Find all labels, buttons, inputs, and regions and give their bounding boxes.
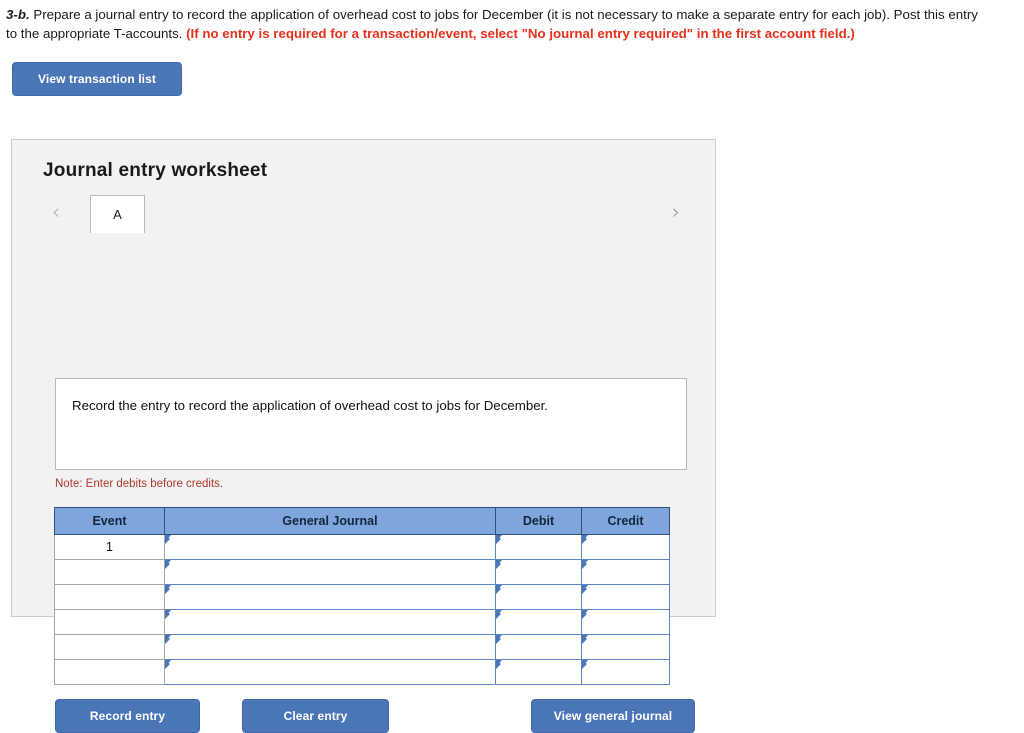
credit-input[interactable] — [581, 634, 670, 660]
debit-input[interactable] — [495, 659, 582, 685]
credit-input[interactable] — [581, 534, 670, 560]
debit-input[interactable] — [495, 634, 582, 660]
event-cell — [54, 559, 165, 585]
debits-before-credits-note: Note: Enter debits before credits. — [55, 478, 224, 490]
question-red-note: (If no entry is required for a transacti… — [186, 25, 855, 41]
event-cell — [54, 634, 165, 660]
credit-input[interactable] — [581, 584, 670, 610]
event-cell: 1 — [54, 534, 165, 560]
credit-input[interactable] — [581, 659, 670, 685]
table-row — [54, 584, 670, 610]
table-row: 1 — [54, 534, 670, 560]
table-row — [54, 659, 670, 685]
worksheet-actions: Record entry Clear entry View general jo… — [12, 699, 717, 733]
event-cell — [54, 584, 165, 610]
column-header-debit: Debit — [495, 507, 582, 535]
debit-input[interactable] — [495, 584, 582, 610]
table-row — [54, 609, 670, 635]
general-journal-input[interactable] — [164, 534, 496, 560]
general-journal-input[interactable] — [164, 584, 496, 610]
debit-input[interactable] — [495, 609, 582, 635]
tab-strip: ‹ A › — [12, 194, 715, 233]
column-header-event: Event — [54, 507, 165, 535]
general-journal-input[interactable] — [164, 609, 496, 635]
column-header-credit: Credit — [581, 507, 670, 535]
debit-input[interactable] — [495, 534, 582, 560]
record-entry-button[interactable]: Record entry — [55, 699, 200, 733]
general-journal-input[interactable] — [164, 659, 496, 685]
event-cell — [54, 609, 165, 635]
general-journal-input[interactable] — [164, 559, 496, 585]
debit-input[interactable] — [495, 559, 582, 585]
next-tab-chevron-icon[interactable]: › — [666, 202, 686, 224]
general-journal-input[interactable] — [164, 634, 496, 660]
journal-entry-worksheet-panel: Journal entry worksheet ‹ A › Record the… — [11, 139, 716, 733]
toolbar: View transaction list — [0, 44, 1024, 96]
question-prompt: 3-b. Prepare a journal entry to record t… — [0, 0, 1024, 44]
tab-a[interactable]: A — [90, 195, 145, 233]
credit-input[interactable] — [581, 609, 670, 635]
entry-instruction-box: Record the entry to record the applicati… — [55, 378, 687, 470]
journal-entry-table: Event General Journal Debit Credit 1 — [54, 507, 670, 685]
previous-tab-chevron-icon[interactable]: ‹ — [46, 202, 66, 224]
panel-title: Journal entry worksheet — [43, 160, 268, 181]
column-header-general-journal: General Journal — [164, 507, 496, 535]
view-transaction-list-button[interactable]: View transaction list — [12, 61, 182, 96]
event-cell — [54, 659, 165, 685]
view-general-journal-button[interactable]: View general journal — [531, 699, 695, 733]
clear-entry-button[interactable]: Clear entry — [242, 699, 389, 733]
table-header-row: Event General Journal Debit Credit — [54, 507, 670, 535]
table-row — [54, 559, 670, 585]
credit-input[interactable] — [581, 559, 670, 585]
table-row — [54, 634, 670, 660]
question-number: 3-b. — [6, 7, 30, 22]
